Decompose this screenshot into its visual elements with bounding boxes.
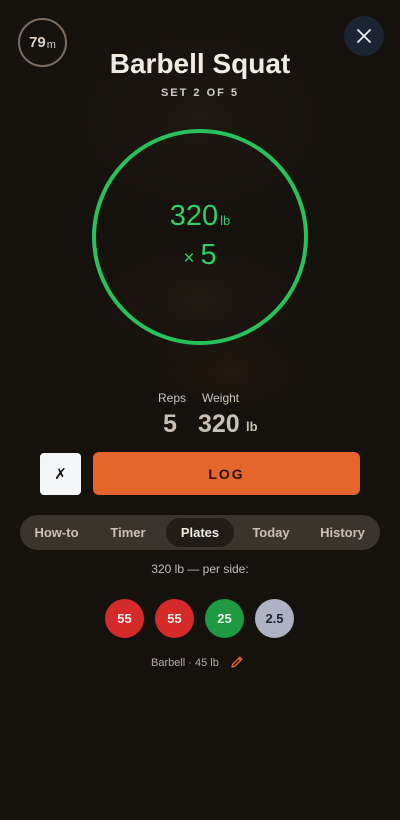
set-counter: SET 2 OF 5 xyxy=(160,87,240,99)
weight-input[interactable]: 320 xyxy=(198,410,240,439)
weight-label: Weight xyxy=(202,391,240,405)
plate-list: 55 55 25 2.5 xyxy=(0,599,400,638)
tab-today[interactable]: Today xyxy=(240,518,302,547)
log-set-button[interactable]: LOG xyxy=(93,452,360,495)
exercise-title: Barbell Squat xyxy=(109,48,291,79)
pencil-icon[interactable] xyxy=(229,654,245,670)
tab-how-to[interactable]: How-to xyxy=(24,518,89,547)
target-weight-value: 320 xyxy=(169,199,219,232)
target-weight: 320 lb xyxy=(170,199,231,238)
target-weight-unit: lb xyxy=(220,212,231,228)
tab-plates[interactable]: Plates xyxy=(166,518,234,547)
reps-input[interactable]: 5 xyxy=(163,410,177,439)
field-values: 5 320 lb xyxy=(0,409,400,443)
times-symbol: × xyxy=(183,247,195,269)
set-target-ring: 320 lb × 5 xyxy=(92,129,308,345)
reps-label: Reps xyxy=(158,391,187,405)
per-side-caption: 320 lb — per side: xyxy=(151,562,249,576)
plate-25: 25 xyxy=(205,599,244,638)
tab-bar: How-to Timer Plates Today History xyxy=(20,515,380,550)
skip-set-button[interactable]: ✗ xyxy=(40,453,81,495)
weight-unit: lb xyxy=(246,419,258,434)
plate-55: 55 xyxy=(105,599,144,638)
tab-history[interactable]: History xyxy=(308,518,377,547)
plate-2-5: 2.5 xyxy=(255,599,294,638)
target-reps: × 5 xyxy=(183,238,216,276)
tab-timer[interactable]: Timer xyxy=(96,518,160,547)
target-reps-value: 5 xyxy=(200,238,217,271)
plate-55: 55 xyxy=(155,599,194,638)
field-labels: Reps Weight xyxy=(0,391,400,407)
close-icon xyxy=(357,29,371,43)
barbell-weight: Barbell · 45 lb xyxy=(151,657,219,669)
